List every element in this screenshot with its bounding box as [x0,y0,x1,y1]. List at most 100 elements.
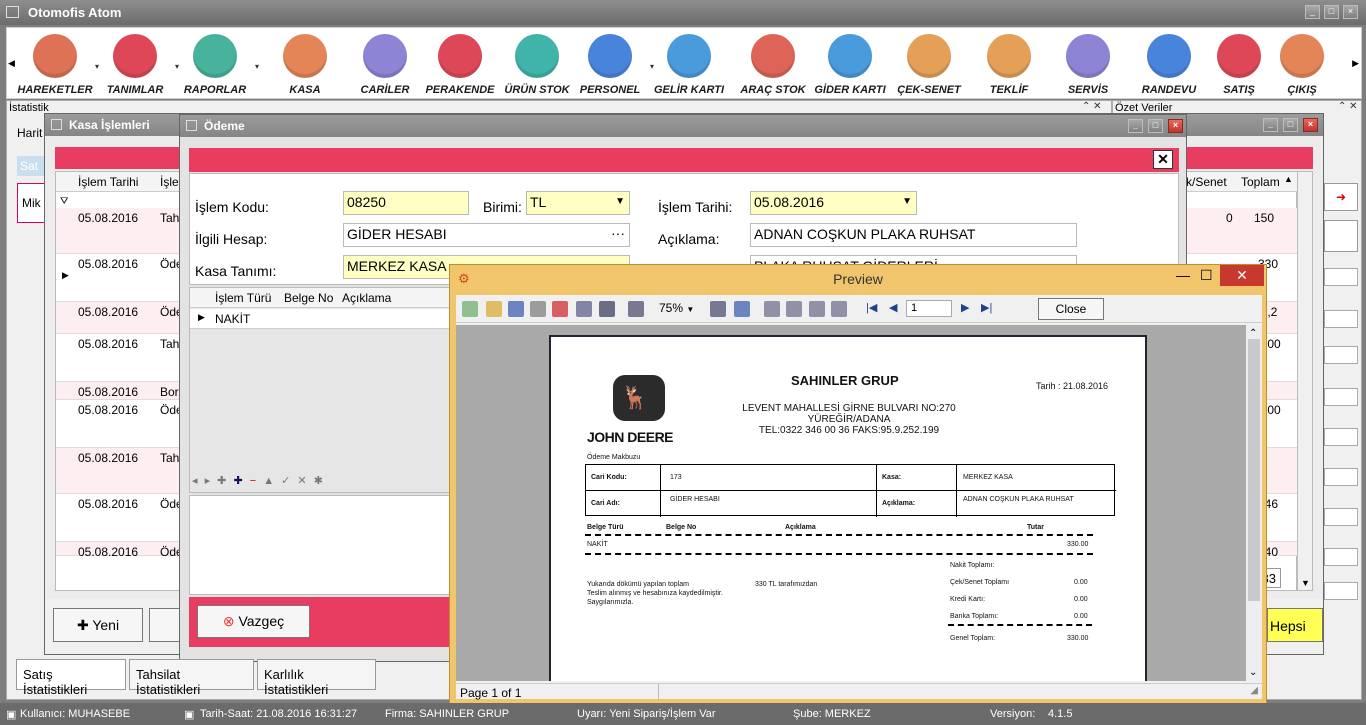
col-islem-tarihi[interactable]: İşlem Tarihi [78,175,138,189]
toolbar-button-6[interactable]: PERAKENDE [420,30,500,98]
toolbar-button-5[interactable]: CARİLER [345,30,425,98]
close-app-button[interactable]: × [1343,5,1358,19]
find-icon[interactable] [599,301,615,317]
side-field[interactable] [1324,582,1358,600]
side-field[interactable] [1324,310,1358,328]
toolbar-button-2[interactable]: TANIMLAR [95,30,175,98]
save-icon[interactable] [508,301,524,317]
kasa-maximize-button[interactable]: □ [1283,118,1298,132]
side-field[interactable] [1324,220,1358,252]
tab-satis-istatistikleri[interactable]: Satış İstatistikleri [16,659,126,697]
col-islem[interactable]: İşle [160,175,179,189]
side-field[interactable] [1324,346,1358,364]
scroll-right-icon[interactable]: ▶ [1352,58,1359,69]
ilgili-hesap-label: İlgili Hesap: [195,231,268,247]
first-page-icon[interactable]: |◀ [866,301,877,314]
preview-maximize-button[interactable]: ☐ [1200,267,1213,284]
minimize-button[interactable]: _ [1305,5,1320,19]
islem-kodu-field[interactable]: 08250 [343,191,469,215]
last-page-icon[interactable]: ▶| [981,301,992,314]
side-field[interactable] [1324,428,1358,446]
scroll-down-icon[interactable]: ▼ [1301,578,1310,588]
toolbar-button-9[interactable]: GELİR KARTI [649,30,729,98]
export-icon[interactable] [530,301,546,317]
islem-tarihi-field[interactable]: 05.08.2016 ▼ [750,191,917,215]
side-field[interactable] [1324,548,1358,566]
harita-tab[interactable]: Harit [17,126,42,140]
scroll-left-icon[interactable]: ◀ [8,58,15,69]
pdf-icon[interactable] [552,301,568,317]
single-page-icon[interactable] [764,301,780,317]
odeme-close-window-button[interactable]: × [1168,119,1183,133]
toolbar-button-12[interactable]: ÇEK-SENET [889,30,969,98]
ellipsis-icon[interactable]: ··· [611,225,625,241]
toolbar-button-14[interactable]: SERVİS [1048,30,1128,98]
edit-icon[interactable] [831,301,847,317]
toolbar-button-17[interactable]: ÇIKIŞ [1262,30,1342,98]
preview-close-window-button[interactable]: ✕ [1220,265,1264,286]
page-number-input[interactable]: 1 [906,300,952,317]
birimi-select[interactable]: TL ▼ [526,191,630,215]
panel-pin-icon-2[interactable]: ⌃ ✕ [1338,101,1358,112]
table-row[interactable]: ▶ NAKİT [190,309,470,329]
preview-minimize-button[interactable]: — [1176,267,1190,283]
hepsi-button[interactable]: Hepsi [1267,608,1323,642]
open-folder-icon[interactable] [486,301,502,317]
scroll-down-icon[interactable]: ⌄ [1249,667,1257,678]
side-field[interactable] [1324,388,1358,406]
toolbar-button-1[interactable]: HAREKETLER [15,30,95,98]
sort-up-icon[interactable]: ▲ [1284,174,1293,184]
preview-close-button[interactable]: Close [1038,298,1104,320]
two-pages-icon[interactable] [786,301,802,317]
tab-karlilik-istatistikleri[interactable]: Karlılık İstatistikleri [257,659,376,697]
fit-page-icon[interactable] [734,301,750,317]
toolbar-button-4[interactable]: KASA [265,30,345,98]
prev-page-icon[interactable]: ◀ [889,301,897,314]
dropdown-arrow-icon[interactable]: ▾ [255,62,259,71]
kasa-minimize-button[interactable]: _ [1263,118,1278,132]
col-toplam[interactable]: Toplam [1241,175,1280,189]
zoom-select[interactable]: 75% ▼ [659,301,694,315]
ilgili-hesap-field[interactable]: GİDER HESABI ··· [343,223,630,247]
toolbar-button-8[interactable]: PERSONEL [570,30,650,98]
odeme-maximize-button[interactable]: □ [1148,119,1163,133]
maximize-button[interactable]: □ [1324,5,1339,19]
email-icon[interactable] [576,301,592,317]
new-button[interactable]: ✚ Yeni [53,608,143,642]
col-senet[interactable]: k/Senet [1186,175,1227,189]
toolbar-button-11[interactable]: GİDER KARTI [810,30,890,98]
arrow-right-icon[interactable]: ➜ [1324,183,1358,211]
panel-pin-icon[interactable]: ⌃ ✕ [1082,101,1102,112]
zoom-in-icon[interactable] [628,301,644,317]
col-islem-turu[interactable]: İşlem Türü [215,291,271,305]
resize-grip-icon[interactable]: ◢ [1250,685,1258,696]
filter-icon[interactable]: ⛛ [60,196,68,207]
tab-tahsilat-istatistikleri[interactable]: Tahsilat İstatistikleri [129,659,254,697]
col-aciklama[interactable]: Açıklama [342,291,391,305]
vazgec-button[interactable]: ⊗ Vazgeç [197,605,310,638]
toolbar-button-15[interactable]: RANDEVU [1129,30,1209,98]
preview-vscroll[interactable]: ⌃ ⌄ [1246,325,1262,681]
toolbar-button-13[interactable]: TEKLİF [969,30,1049,98]
kasa-scrollbar[interactable]: ▼ [1297,171,1313,591]
navigator-bar[interactable]: ◂ ▸ ✚ ✚ − ▲ ✓ ✕ ✱ [192,474,325,487]
side-field[interactable] [1324,268,1358,286]
aciklama-field[interactable]: ADNAN COŞKUN PLAKA RUHSAT [750,223,1077,247]
app-menu-icon[interactable] [6,6,19,18]
scroll-thumb[interactable] [1248,339,1260,601]
odeme-minimize-button[interactable]: _ [1128,119,1143,133]
side-field[interactable] [1324,508,1358,526]
toolbar-button-10[interactable]: ARAÇ STOK [733,30,813,98]
zoom-out-icon[interactable] [710,301,726,317]
paperclip-icon [907,34,951,78]
toolbar-button-3[interactable]: RAPORLAR [175,30,255,98]
next-page-icon[interactable]: ▶ [961,301,969,314]
kasa-close-button[interactable]: × [1303,118,1318,132]
print-icon[interactable] [462,301,478,317]
toolbar-button-7[interactable]: ÜRÜN STOK [497,30,577,98]
odeme-close-icon[interactable]: ✕ [1153,150,1173,169]
side-field[interactable] [1324,468,1358,486]
scroll-up-icon[interactable]: ⌃ [1249,328,1257,339]
book-icon[interactable] [809,301,825,317]
col-belge-no[interactable]: Belge No [284,291,333,305]
